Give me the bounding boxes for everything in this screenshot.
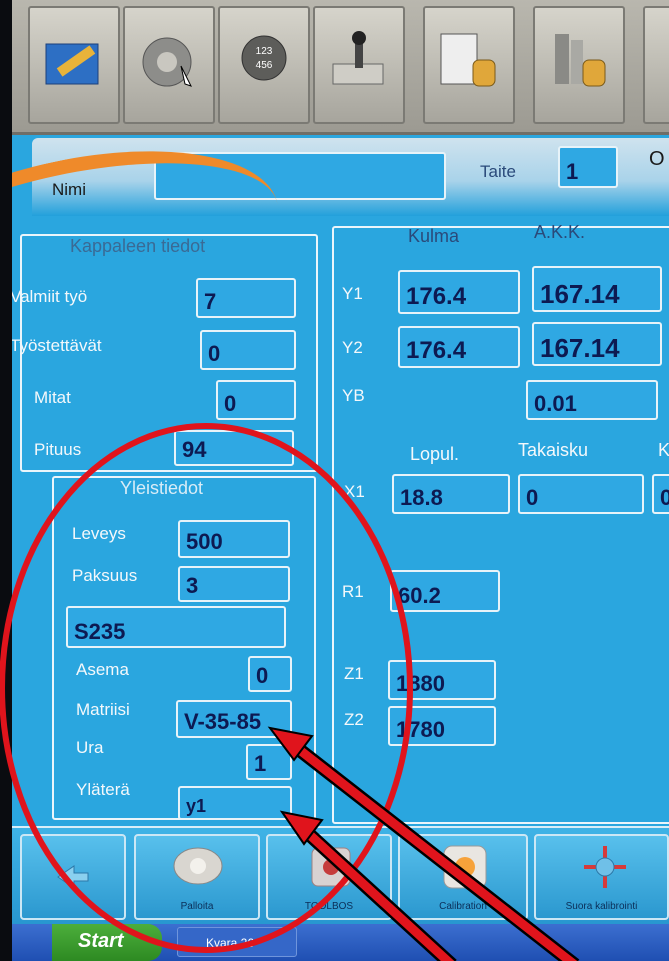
annotation-overlay [0,423,580,961]
annotation-arrow-punch [279,810,457,961]
